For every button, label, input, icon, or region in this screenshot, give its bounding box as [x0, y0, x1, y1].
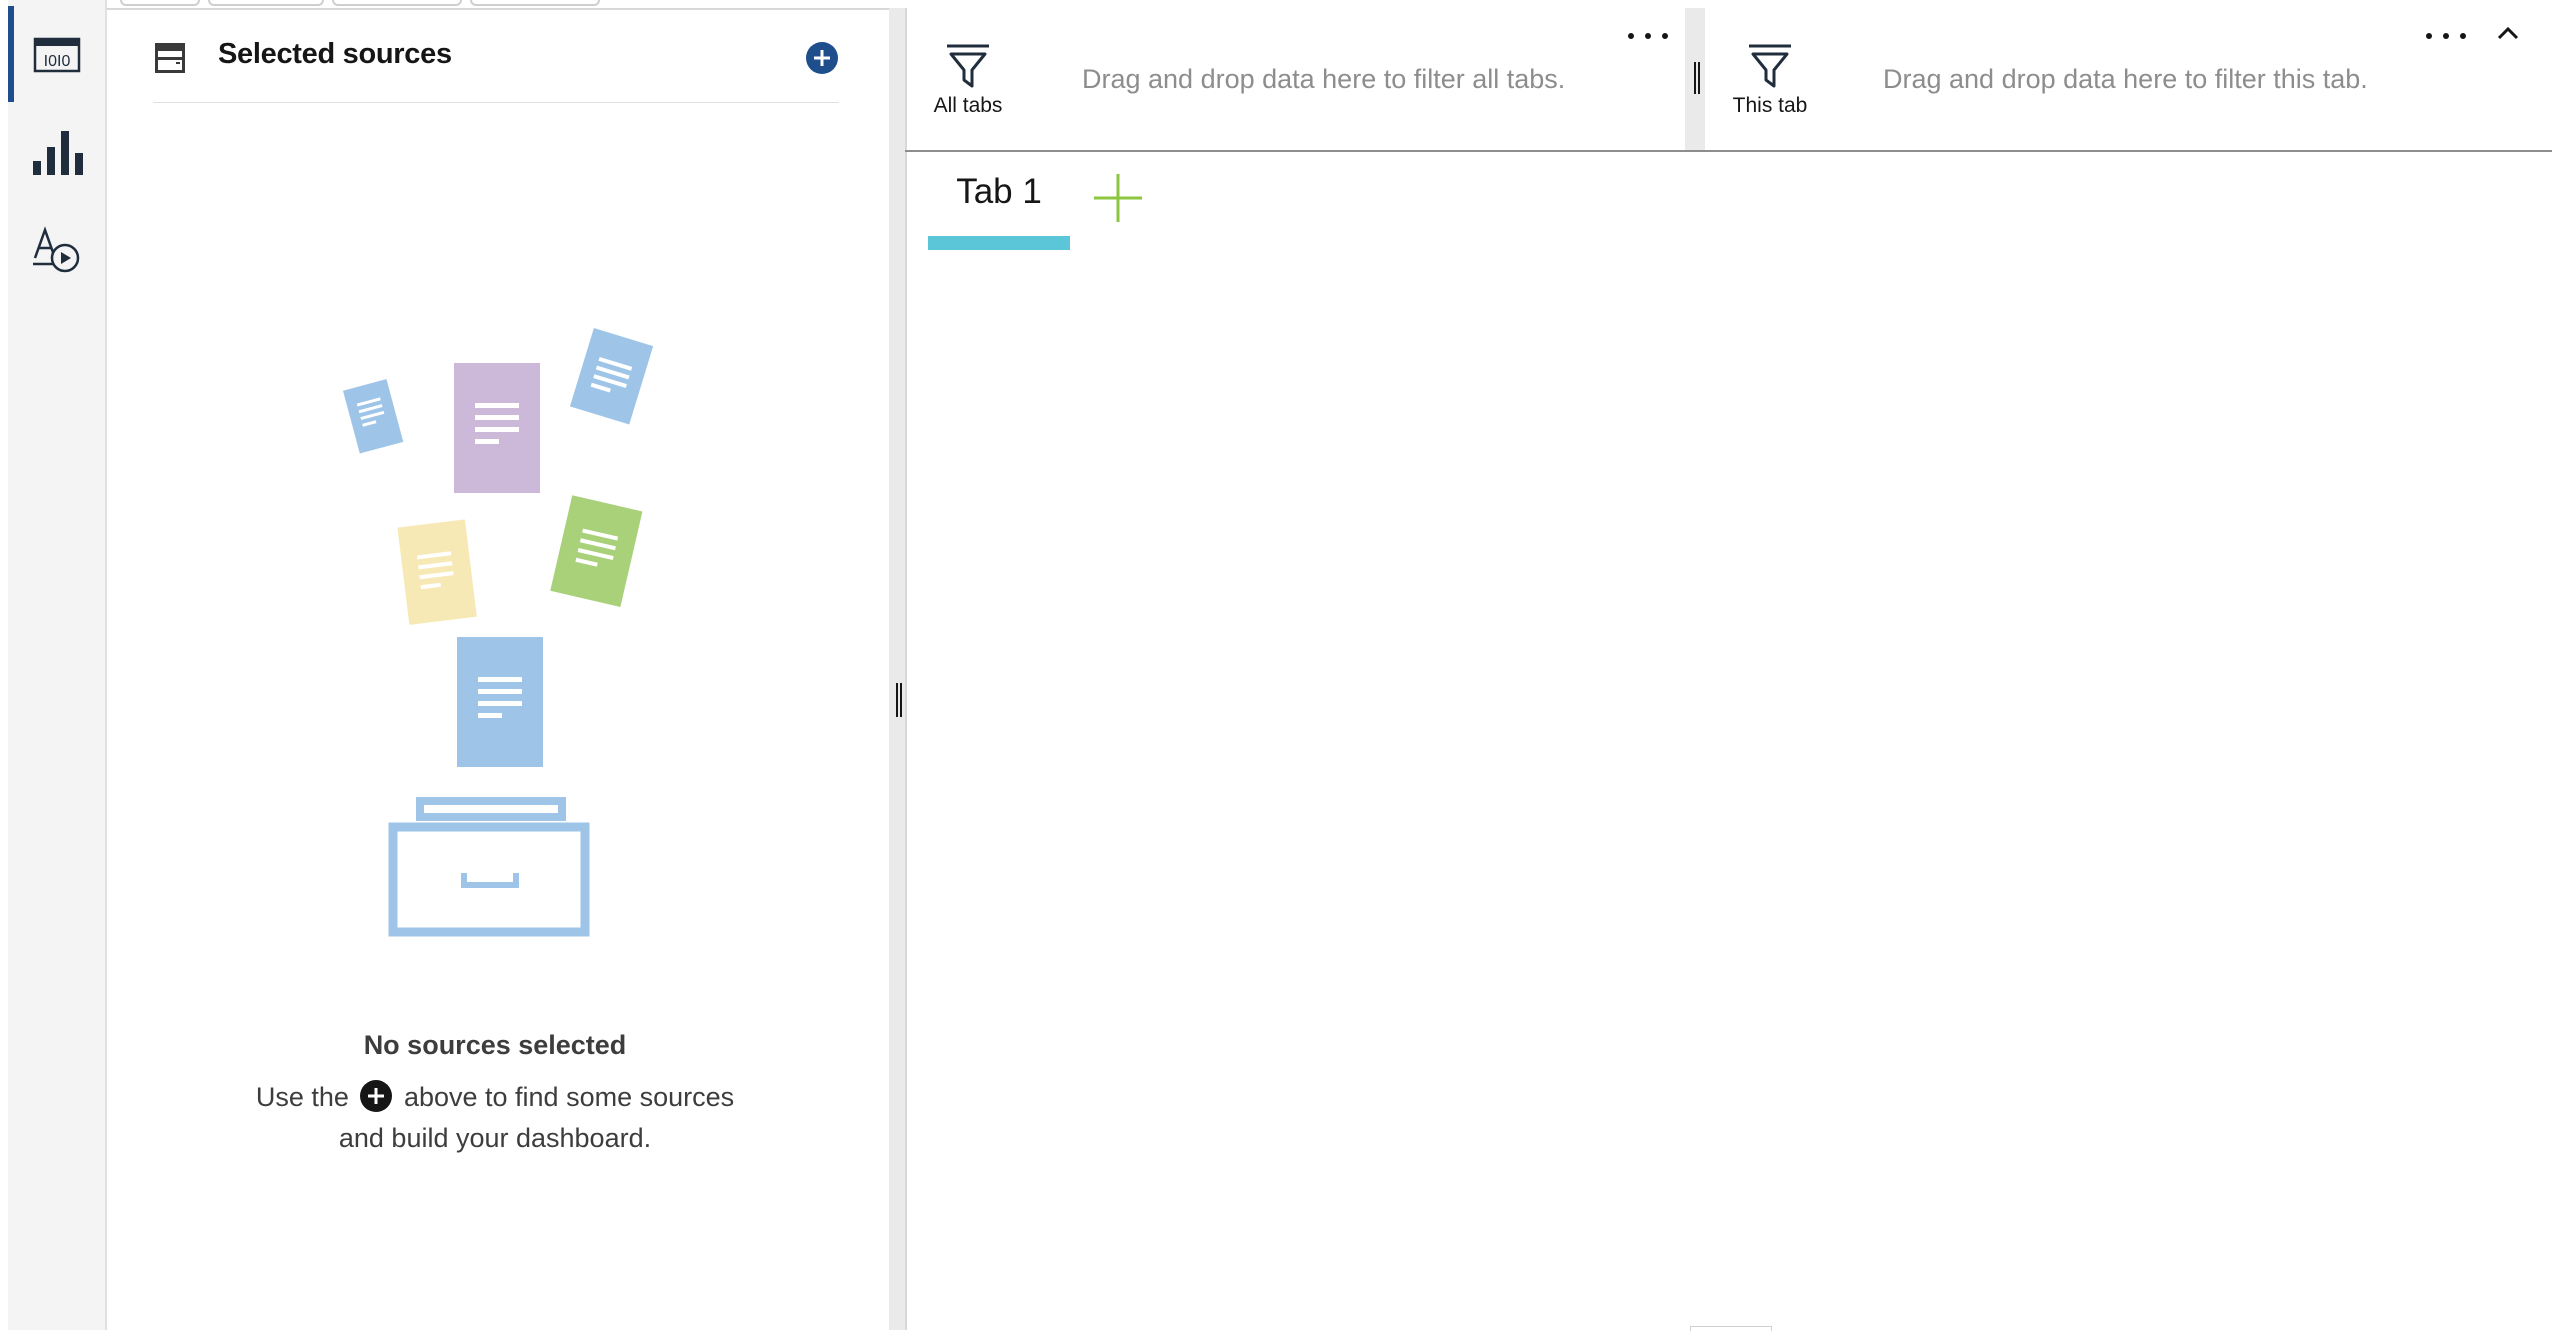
- top-tab-stub: [120, 0, 200, 6]
- canvas-left-border: [905, 8, 907, 1330]
- data-sources-icon: I0I0: [33, 37, 80, 73]
- assets-button[interactable]: [18, 214, 95, 284]
- panel-title: Selected sources: [218, 38, 452, 70]
- this-tab-label: This tab: [1732, 94, 1808, 117]
- add-circle-icon: [360, 1080, 393, 1112]
- rail-active-indicator: [8, 6, 14, 102]
- svg-text:I0I0: I0I0: [43, 53, 70, 70]
- active-tab-indicator: [928, 236, 1070, 250]
- visualizations-icon: [32, 131, 83, 175]
- empty-state-line1-after: above to find some sources: [403, 1082, 735, 1112]
- divider-grip-line: [1698, 62, 1700, 94]
- more-dot: [1628, 33, 1634, 39]
- all-tabs-filter-button[interactable]: All tabs: [928, 38, 1008, 120]
- empty-state-title: No sources selected: [363, 1030, 627, 1060]
- visualizations-button[interactable]: [18, 116, 95, 186]
- filter-bar-bottom-border: [905, 150, 2552, 152]
- data-sources-button[interactable]: I0I0: [18, 20, 95, 90]
- empty-state-line1-before: Use the: [255, 1082, 349, 1112]
- tab-1[interactable]: Tab 1: [928, 164, 1070, 250]
- panel-resize-handle[interactable]: [889, 8, 905, 1330]
- divider-grip-line: [1694, 62, 1696, 94]
- panel-header-divider: [153, 102, 839, 103]
- all-tabs-drop-hint: Drag and drop data here to filter all ta…: [1082, 64, 1566, 94]
- database-icon: [155, 43, 185, 73]
- left-rail: [8, 0, 107, 1330]
- top-tab-stub: [332, 0, 462, 6]
- top-tab-stub: [470, 0, 600, 6]
- empty-sources-illustration: [342, 328, 654, 937]
- more-dot: [1645, 33, 1651, 39]
- filter-icon: [1749, 44, 1791, 88]
- empty-state-line1: Use the above to find some sources: [200, 1080, 790, 1113]
- top-tab-stub: [208, 0, 324, 6]
- add-tab-button[interactable]: [1090, 170, 1146, 226]
- tab-1-label: Tab 1: [956, 172, 1042, 211]
- assets-icon: [32, 226, 79, 273]
- more-dot: [2426, 33, 2432, 39]
- all-tabs-more-menu[interactable]: [1628, 26, 1668, 46]
- collapse-filter-bar-button[interactable]: [2494, 22, 2522, 44]
- more-dot: [2460, 33, 2466, 39]
- bottom-handle[interactable]: [1690, 1326, 1772, 1331]
- add-source-button[interactable]: [806, 42, 838, 74]
- empty-state-line2: and build your dashboard.: [338, 1123, 652, 1153]
- this-tab-drop-hint: Drag and drop data here to filter this t…: [1883, 64, 2368, 94]
- resize-grip-line: [900, 683, 902, 717]
- this-tab-filter-button[interactable]: This tab: [1728, 38, 1812, 120]
- resize-grip-line: [896, 683, 898, 717]
- more-dot: [2443, 33, 2449, 39]
- this-tab-more-menu[interactable]: [2426, 26, 2466, 46]
- all-tabs-label: All tabs: [933, 94, 1003, 117]
- more-dot: [1662, 33, 1668, 39]
- filter-icon: [947, 44, 989, 88]
